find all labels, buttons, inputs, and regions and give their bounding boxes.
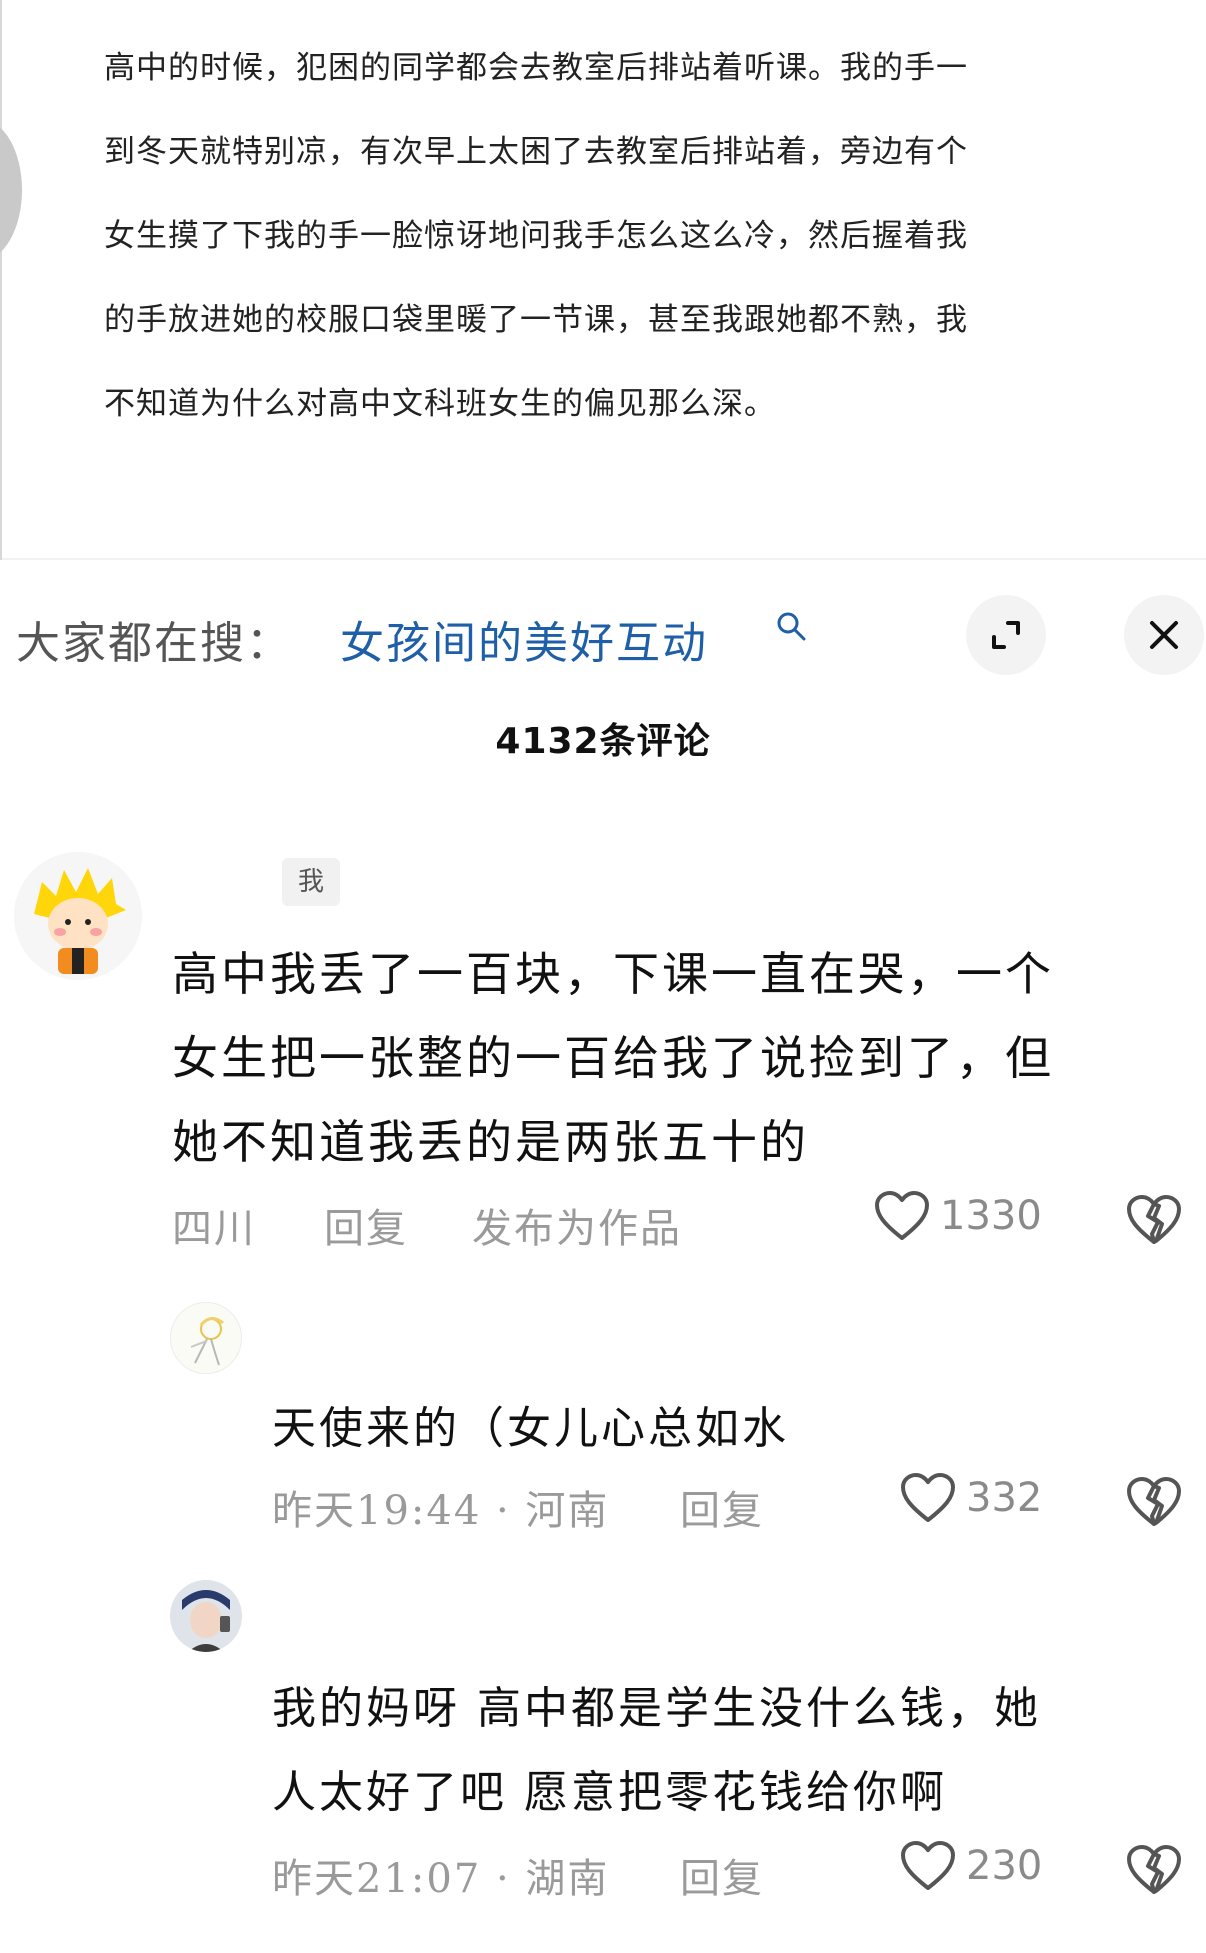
comment-text-line: 她不知道我丢的是两张五十的 [172,1115,809,1169]
comment-text-line: 人太好了吧 愿意把零花钱给你啊 [272,1767,947,1818]
search-icon[interactable] [774,609,810,645]
publish-as-work-button[interactable]: 发布为作品 [472,1196,682,1254]
dislike-icon[interactable] [1126,1192,1182,1248]
sketch-avatar-icon [171,1303,241,1373]
reply-button[interactable]: 回复 [680,1478,764,1536]
expand-icon [992,621,1020,649]
comment-location: 四川 [172,1206,256,1252]
expand-button[interactable] [966,595,1046,675]
like-button[interactable]: 1330 [874,1190,1042,1242]
search-suggestion-bar: 大家都在搜： 女孩间的美好互动 [0,595,1206,675]
like-count: 332 [966,1475,1043,1521]
heart-icon [875,1191,929,1240]
divider [2,558,1206,560]
comment-text-line: 我的妈呀 高中都是学生没什么钱，她 [272,1683,1041,1734]
comment-text-line: 高中我丢了一百块，下课一直在哭，一个 [172,947,1054,1001]
comment-time-location: 昨天19:44 · 河南 [272,1488,610,1534]
side-handle [0,120,22,260]
post-line: 不知道为什么对高中文科班女生的偏见那么深。 [104,386,776,422]
post-line: 的手放进她的校服口袋里暖了一节课，甚至我跟她都不熟，我 [104,302,968,338]
comment-count-title: 4132条评论 [495,721,711,762]
reply-button[interactable]: 回复 [680,1846,764,1904]
reply-button[interactable]: 回复 [324,1196,408,1254]
heart-icon [901,1473,955,1522]
like-button[interactable]: 332 [900,1472,1042,1524]
post-line: 女生摸了下我的手一脸惊讶地问我手怎么这么冷，然后握着我 [104,218,968,254]
post-line: 高中的时候，犯困的同学都会去教室后排站着听课。我的手一 [104,50,968,86]
like-count: 230 [966,1843,1043,1889]
like-button[interactable]: 230 [900,1840,1042,1892]
author-badge: 我 [282,858,340,906]
close-button[interactable] [1124,595,1204,675]
comment-text-line: 天使来的（女儿心总如水 [272,1403,789,1454]
dislike-icon[interactable] [1126,1842,1182,1898]
comment-time-location: 昨天21:07 · 湖南 [272,1856,610,1902]
like-count: 1330 [940,1193,1042,1239]
cartoon-avatar-icon [14,852,142,980]
close-icon [1150,621,1178,649]
dislike-icon[interactable] [1126,1474,1182,1530]
post-card: 高中的时候，犯困的同学都会去教室后排站着听课。我的手一 到冬天就特别凉，有次早上… [0,0,1206,560]
photo-avatar-icon [170,1580,242,1652]
comment-text-line: 女生把一张整的一百给我了说捡到了，但 [172,1031,1054,1085]
post-line: 到冬天就特别凉，有次早上太困了去教室后排站着，旁边有个 [104,134,968,170]
avatar[interactable] [170,1580,242,1652]
avatar[interactable] [170,1302,242,1374]
search-prefix-label: 大家都在搜： [16,618,292,669]
search-term-link[interactable]: 女孩间的美好互动 [340,607,708,671]
avatar[interactable] [14,852,142,980]
heart-icon [901,1841,955,1890]
